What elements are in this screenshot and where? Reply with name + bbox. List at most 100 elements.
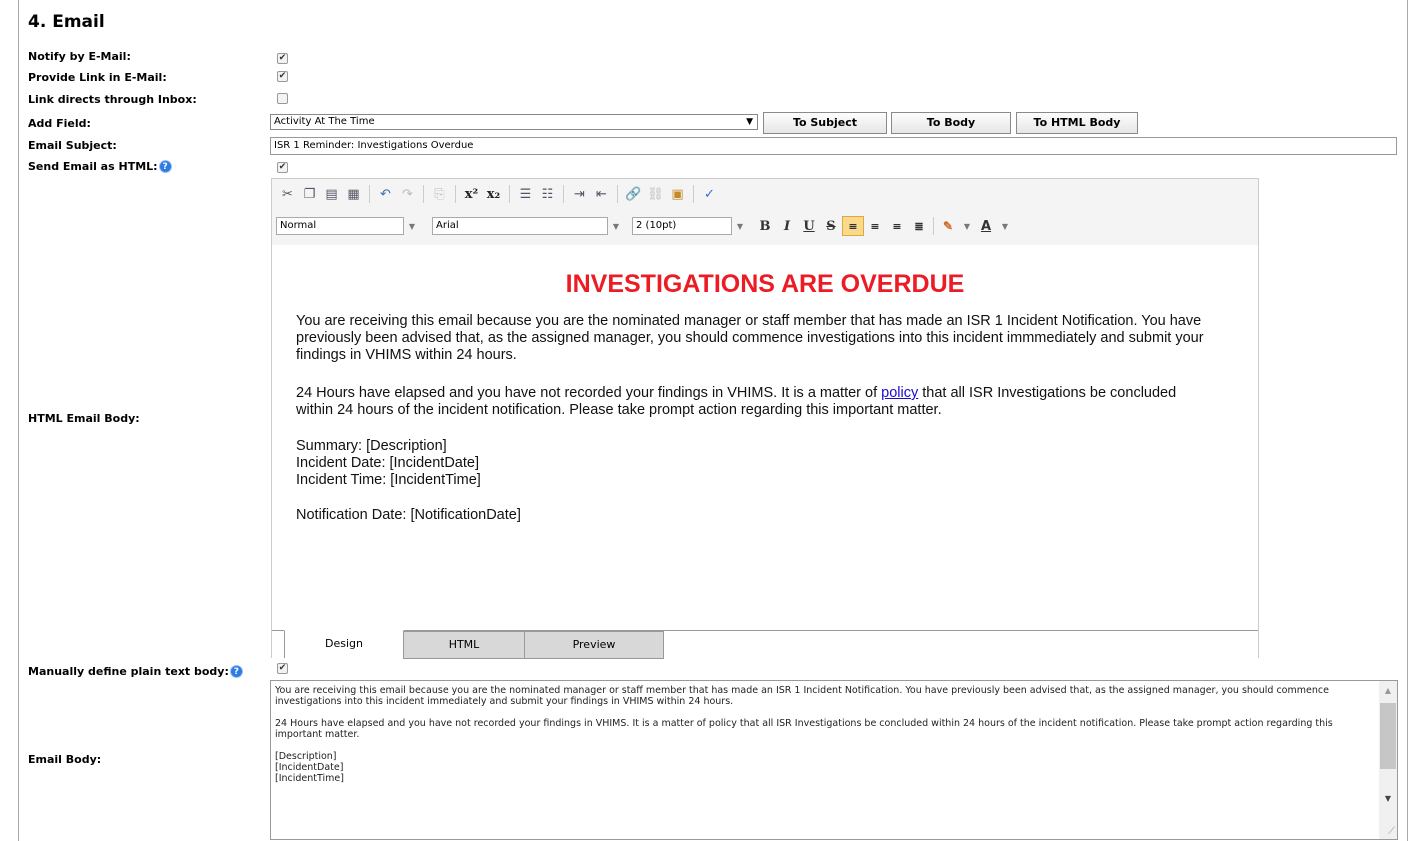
plain-body-paragraph-2: 24 Hours have elapsed and you have not r… [275,718,1336,740]
bullet-list-icon[interactable]: ☷ [538,185,557,204]
paste-icon[interactable]: ▤ [322,185,341,204]
dropdown-arrow-icon[interactable]: ▼ [404,222,420,231]
align-center-icon[interactable]: ≡ [864,216,886,236]
toolbar-row-actions: ✂ ❐ ▤ ▦ ↶ ↷ ⎘ x² x₂ ☰ ☷ ⇥ ⇤ 🔗 ⛓ ▣ ✓ [278,181,719,207]
send-html-label: Send Email as HTML:? [28,160,172,173]
bold-button[interactable]: B [754,216,776,236]
toolbar-separator [617,185,618,203]
link-inbox-checkbox[interactable] [277,93,288,104]
format-painter-icon[interactable]: ⎘ [430,185,449,204]
resize-grip-icon[interactable]: ⟋ [1388,826,1395,837]
plain-body-incident-date: [IncidentDate] [275,762,344,773]
strikethrough-button[interactable]: S [820,216,842,236]
provide-link-label: Provide Link in E-Mail: [28,71,167,84]
scrollbar-thumb[interactable] [1380,703,1396,769]
plain-body-description: [Description] [275,751,337,762]
tab-html[interactable]: HTML [403,631,525,659]
body-paragraph-1: You are receiving this email because you… [296,313,1204,363]
toolbar-separator [693,185,694,203]
manual-plain-label-text: Manually define plain text body: [28,665,229,678]
cut-icon[interactable]: ✂ [278,185,297,204]
add-field-selected: Activity At The Time [274,116,375,127]
para2-text-before-link: 24 Hours have elapsed and you have not r… [296,385,882,401]
toolbar-separator [933,217,934,235]
font-family-select[interactable]: Arial [432,217,608,235]
section-title: 4. Email [28,12,105,32]
send-html-label-text: Send Email as HTML: [28,160,158,173]
notify-checkbox[interactable]: ✔ [277,53,288,64]
html-body-label: HTML Email Body: [28,412,140,425]
toolbar-separator [423,185,424,203]
summary-line: Summary: [Description] [296,438,447,454]
align-left-icon[interactable]: ≡ [842,216,864,236]
send-html-checkbox[interactable]: ✔ [277,162,288,173]
highlight-color-icon[interactable]: ✎ [937,216,959,236]
toolbar-separator [563,185,564,203]
scroll-up-icon[interactable]: ▲ [1379,685,1397,696]
help-icon[interactable]: ? [229,665,243,678]
italic-button[interactable]: I [776,216,798,236]
link-inbox-label: Link directs through Inbox: [28,93,197,106]
align-justify-icon[interactable]: ≣ [908,216,930,236]
redo-icon[interactable]: ↷ [398,185,417,204]
add-field-select[interactable]: Activity At The Time ▼ [270,114,758,130]
editor-mode-tabs: Design HTML Preview [272,630,1258,659]
font-color-button[interactable]: A [975,216,997,236]
help-icon[interactable]: ? [158,160,172,173]
dropdown-arrow-icon[interactable]: ▼ [608,222,624,231]
email-body-textarea[interactable]: You are receiving this email because you… [270,680,1398,840]
manual-plain-checkbox[interactable]: ✔ [277,663,288,674]
paragraph-format-select[interactable]: Normal [276,217,404,235]
image-icon[interactable]: ▣ [668,185,687,204]
plain-body-paragraph-1: You are receiving this email because you… [275,685,1332,707]
email-subject-input[interactable]: ISR 1 Reminder: Investigations Overdue [270,137,1397,155]
html-editor: ✂ ❐ ▤ ▦ ↶ ↷ ⎘ x² x₂ ☰ ☷ ⇥ ⇤ 🔗 ⛓ ▣ ✓ Norm… [271,178,1259,659]
policy-link[interactable]: policy [881,385,918,401]
dropdown-arrow-icon: ▼ [746,117,753,127]
tab-design[interactable]: Design [284,630,404,658]
editor-toolbar: ✂ ❐ ▤ ▦ ↶ ↷ ⎘ x² x₂ ☰ ☷ ⇥ ⇤ 🔗 ⛓ ▣ ✓ Norm… [272,179,1258,246]
dropdown-arrow-icon[interactable]: ▼ [959,222,975,231]
paste-word-icon[interactable]: ▦ [344,185,363,204]
underline-button[interactable]: U [798,216,820,236]
textarea-scrollbar[interactable]: ▲ ▼ [1379,681,1397,839]
body-paragraph-2: 24 Hours have elapsed and you have not r… [296,385,1216,419]
dropdown-arrow-icon[interactable]: ▼ [997,222,1013,231]
tab-preview[interactable]: Preview [524,631,664,659]
numbered-list-icon[interactable]: ☰ [516,185,535,204]
manual-plain-label: Manually define plain text body:? [28,665,243,678]
provide-link-checkbox[interactable]: ✔ [277,71,288,82]
incident-time-line: Incident Time: [IncidentTime] [296,472,481,488]
email-body-text: You are receiving this email because you… [275,685,1370,784]
notification-date-line: Notification Date: [NotificationDate] [296,507,521,523]
editor-content[interactable]: INVESTIGATIONS ARE OVERDUE You are recei… [272,245,1258,629]
email-subject-label: Email Subject: [28,139,117,152]
add-field-label: Add Field: [28,117,91,130]
toolbar-separator [509,185,510,203]
to-subject-button[interactable]: To Subject [763,112,887,134]
copy-icon[interactable]: ❐ [300,185,319,204]
notify-label: Notify by E-Mail: [28,50,131,63]
plain-body-incident-time: [IncidentTime] [275,773,344,784]
to-body-button[interactable]: To Body [891,112,1011,134]
to-html-body-button[interactable]: To HTML Body [1016,112,1138,134]
subscript-icon[interactable]: x₂ [484,185,503,204]
dropdown-arrow-icon[interactable]: ▼ [732,222,748,231]
toolbar-row-format: Normal ▼ Arial ▼ 2 (10pt) ▼ B I U S ≡ ≡ … [276,215,1013,237]
incident-date-line: Incident Date: [IncidentDate] [296,455,479,471]
unlink-icon[interactable]: ⛓ [646,185,665,204]
email-body-label: Email Body: [28,753,102,766]
undo-icon[interactable]: ↶ [376,185,395,204]
superscript-icon[interactable]: x² [462,185,481,204]
email-heading: INVESTIGATIONS ARE OVERDUE [565,270,965,298]
outdent-icon[interactable]: ⇤ [592,185,611,204]
scroll-down-icon[interactable]: ▼ [1379,793,1397,804]
link-icon[interactable]: 🔗 [624,185,643,204]
toolbar-separator [369,185,370,203]
spellcheck-icon[interactable]: ✓ [700,185,719,204]
align-right-icon[interactable]: ≡ [886,216,908,236]
indent-icon[interactable]: ⇥ [570,185,589,204]
font-size-select[interactable]: 2 (10pt) [632,217,732,235]
